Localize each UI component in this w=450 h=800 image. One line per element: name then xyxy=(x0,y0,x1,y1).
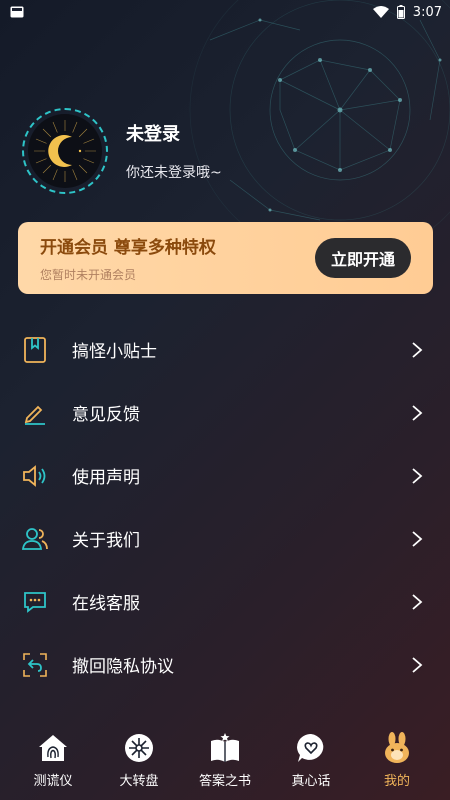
bottom-tab-bar: 测谎仪 大转盘 答案之书 真心话 我的 xyxy=(0,724,450,800)
chevron-right-icon xyxy=(412,593,423,610)
wifi-icon xyxy=(372,6,389,18)
moon-avatar-icon xyxy=(34,120,96,182)
menu-label-feedback: 意见反馈 xyxy=(72,405,140,425)
tab-label: 真心话 xyxy=(291,773,331,789)
pencil-icon xyxy=(22,400,48,426)
tab-answer-book[interactable]: 答案之书 xyxy=(185,732,265,789)
profile-header[interactable]: 未登录 你还未登录哦~ xyxy=(22,108,222,194)
menu-label-statement: 使用声明 xyxy=(72,468,140,488)
menu-label-revoke-privacy: 撤回隐私协议 xyxy=(72,657,174,677)
menu-label-about: 关于我们 xyxy=(72,531,140,551)
tab-lie-detector[interactable]: 测谎仪 xyxy=(13,732,93,789)
chat-icon xyxy=(22,589,48,615)
menu-label-tips: 搞怪小贴士 xyxy=(72,342,157,362)
menu-item-revoke-privacy[interactable]: 撤回隐私协议 xyxy=(0,633,450,696)
login-status-subtitle: 你还未登录哦~ xyxy=(126,165,222,181)
wheel-icon xyxy=(123,732,155,764)
menu-item-statement[interactable]: 使用声明 xyxy=(0,444,450,507)
tab-label: 大转盘 xyxy=(119,773,159,789)
activate-vip-button[interactable]: 立即开通 xyxy=(315,238,411,278)
chevron-right-icon xyxy=(412,341,423,358)
menu-item-feedback[interactable]: 意见反馈 xyxy=(0,381,450,444)
users-icon xyxy=(22,526,48,552)
bookmark-icon xyxy=(22,336,48,363)
settings-menu: 搞怪小贴士 意见反馈 使用声明 关于我们 在线客服 撤回隐私协议 xyxy=(0,318,450,696)
fingerprint-house-icon xyxy=(37,732,69,764)
status-time: 3:07 xyxy=(412,4,442,20)
menu-item-customer-service[interactable]: 在线客服 xyxy=(0,570,450,633)
tab-wheel[interactable]: 大转盘 xyxy=(99,732,179,789)
speaker-icon xyxy=(22,463,48,489)
vip-subtitle: 您暂时未开通会员 xyxy=(40,268,137,282)
menu-label-customer-service: 在线客服 xyxy=(72,594,140,614)
gallery-notification-icon xyxy=(10,6,24,18)
tab-label: 我的 xyxy=(383,773,410,789)
vip-banner[interactable]: 开通会员 尊享多种特权 您暂时未开通会员 立即开通 xyxy=(18,222,433,294)
login-status-title[interactable]: 未登录 xyxy=(126,120,222,146)
tab-label: 测谎仪 xyxy=(33,773,73,789)
book-icon xyxy=(209,732,241,764)
chevron-right-icon xyxy=(412,656,423,673)
undo-icon xyxy=(22,652,48,678)
chevron-right-icon xyxy=(412,467,423,484)
chevron-right-icon xyxy=(412,530,423,547)
tab-mine[interactable]: 我的 xyxy=(357,731,437,789)
battery-icon xyxy=(396,5,405,19)
chevron-right-icon xyxy=(412,404,423,421)
bunny-icon xyxy=(381,731,413,764)
tab-truth[interactable]: 真心话 xyxy=(271,732,351,789)
avatar[interactable] xyxy=(22,108,108,194)
status-bar: 3:07 xyxy=(0,0,450,24)
menu-item-about[interactable]: 关于我们 xyxy=(0,507,450,570)
menu-item-tips[interactable]: 搞怪小贴士 xyxy=(0,318,450,381)
tab-label: 答案之书 xyxy=(198,773,251,789)
vip-title: 开通会员 尊享多种特权 xyxy=(40,238,216,258)
heart-bubble-icon xyxy=(295,732,327,764)
